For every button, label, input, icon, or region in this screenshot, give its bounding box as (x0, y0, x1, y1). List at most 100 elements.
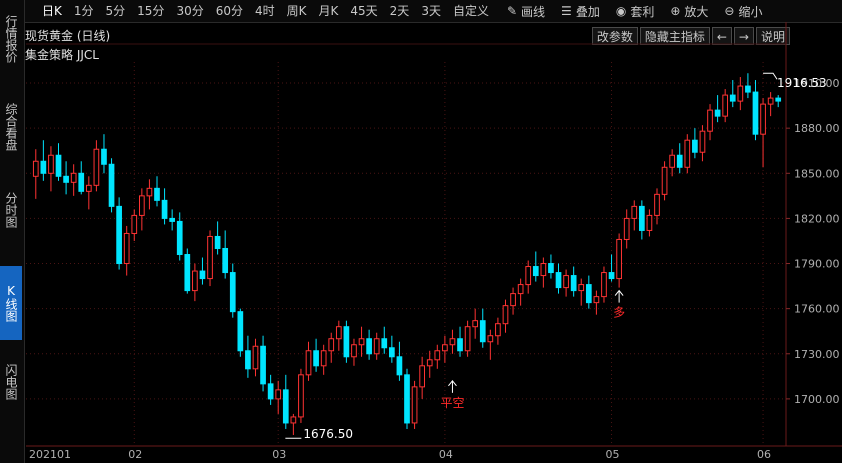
candle-body (616, 238, 622, 280)
candle-body (101, 148, 107, 165)
candle-body (282, 389, 289, 424)
candle-body (578, 284, 585, 292)
candle-body (237, 311, 244, 352)
candle-body (472, 320, 479, 328)
candle-body (381, 338, 388, 349)
candle-body (328, 338, 335, 352)
candle-body (123, 232, 130, 265)
candle-body (495, 323, 501, 337)
candle-body (366, 338, 372, 355)
candle-body (449, 338, 456, 346)
candle-body (623, 217, 630, 240)
candle-body (184, 254, 191, 292)
candle-body (320, 350, 327, 367)
candle-body (93, 148, 100, 186)
candle-body (358, 338, 365, 346)
candle-body (389, 347, 395, 358)
candle-body (139, 195, 145, 216)
candle-body (373, 338, 380, 355)
candle-body (411, 386, 418, 424)
candle-body (502, 305, 509, 325)
candle-body (154, 187, 160, 201)
candle-body (510, 293, 516, 307)
candle-body (70, 172, 77, 183)
x-tick-label: 202101 (29, 448, 71, 461)
candle-body (767, 97, 774, 105)
candlestick-chart[interactable]: 1910.001880.001850.001820.001790.001760.… (0, 0, 842, 463)
x-tick-label: 04 (439, 448, 453, 461)
candle-body (298, 374, 304, 418)
candle-body (396, 356, 403, 376)
candle-body (722, 94, 729, 117)
candle-body (457, 338, 463, 352)
candle-body (585, 284, 592, 304)
x-tick-label: 06 (757, 448, 771, 461)
candle-body (714, 109, 721, 117)
candle-body (426, 359, 433, 367)
candle-body (775, 97, 782, 102)
candle-body (32, 160, 39, 177)
candle-body (252, 345, 259, 370)
candle-body (85, 184, 92, 192)
candle-body (540, 263, 547, 277)
candle-body (532, 266, 539, 277)
candle-body (752, 91, 759, 135)
candle-body (260, 345, 266, 385)
high-price-label: 1916.53 (777, 76, 827, 90)
x-tick-label: 02 (128, 448, 142, 461)
candle-body (290, 416, 297, 424)
candle-body (692, 139, 698, 153)
candle-body (55, 154, 62, 177)
candle-body (214, 235, 221, 249)
candle-body (525, 266, 532, 286)
candle-body (563, 275, 569, 289)
candle-body (729, 94, 736, 102)
candle-body (593, 296, 600, 304)
y-tick-label: 1760.00 (794, 303, 840, 316)
candle-body (169, 217, 175, 222)
candle-body (40, 160, 47, 174)
candle-body (745, 85, 751, 93)
candle-body (404, 374, 410, 424)
candle-body (199, 270, 206, 280)
candle-body (161, 199, 168, 219)
candle-body (48, 154, 54, 174)
candle-body (464, 326, 471, 352)
candle-body (305, 350, 312, 376)
candle-body (631, 205, 638, 219)
signal-label: 平空 (440, 396, 464, 410)
candle-body (313, 350, 319, 367)
candle-body (267, 383, 274, 400)
candle-body (116, 205, 122, 265)
candle-body (222, 247, 229, 274)
high-marker-line (763, 72, 778, 80)
candle-body (737, 85, 744, 102)
candle-body (245, 350, 251, 370)
candle-body (646, 214, 653, 231)
candle-body (654, 193, 660, 216)
candle-body (146, 187, 153, 197)
candle-body (351, 344, 357, 358)
candle-body (343, 326, 350, 358)
signal-label: 多 (613, 306, 625, 320)
candle-body (601, 272, 607, 298)
candle-body (669, 154, 676, 168)
candle-body (78, 172, 85, 192)
candle-body (434, 350, 441, 361)
candle-body (108, 163, 115, 207)
candle-body (639, 205, 645, 231)
candle-body (555, 272, 562, 289)
candle-body (608, 272, 615, 280)
candle-body (479, 320, 486, 343)
candle-body (684, 139, 691, 168)
y-tick-label: 1730.00 (794, 348, 840, 361)
low-price-label: 1676.50 (303, 427, 353, 441)
candle-body (335, 326, 342, 340)
candle-body (570, 275, 577, 292)
candle-body (487, 335, 494, 343)
candle-body (131, 214, 138, 234)
y-tick-label: 1880.00 (794, 122, 840, 135)
y-tick-label: 1790.00 (794, 258, 840, 271)
candle-body (229, 272, 236, 313)
y-tick-label: 1700.00 (794, 393, 840, 406)
